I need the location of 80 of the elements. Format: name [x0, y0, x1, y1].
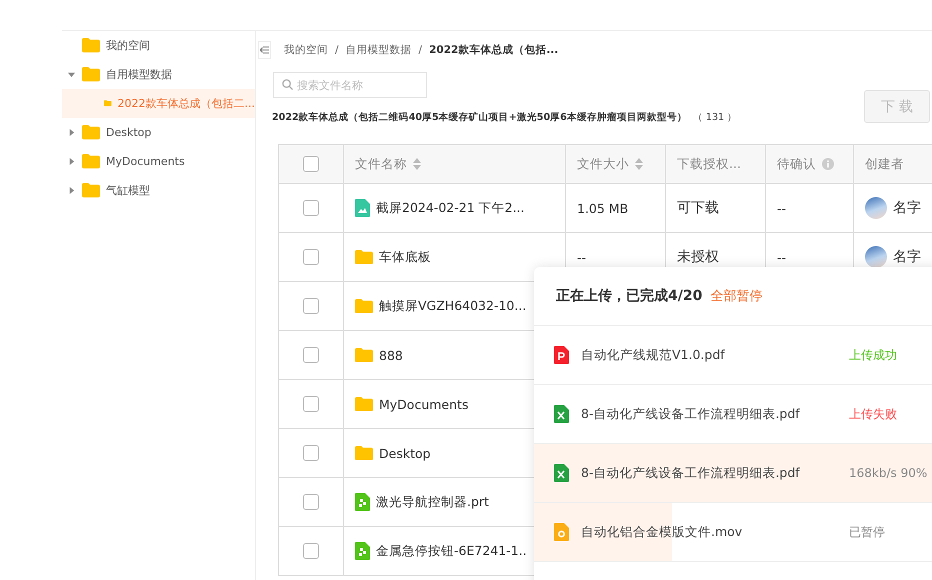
folder-icon	[355, 348, 373, 362]
upload-file-name: 8-自动化产线设备工作流程明细表.pdf	[581, 406, 801, 422]
upload-file-name: 自动化铝合金模版文件.mov	[581, 524, 744, 540]
table-cell: 名字	[893, 199, 921, 217]
caret-right-icon[interactable]	[68, 129, 74, 136]
sort-icon[interactable]	[413, 158, 421, 170]
spreadsheet-file-icon	[554, 405, 569, 423]
upload-status: 上传成功	[849, 346, 897, 364]
collapse-icon	[260, 46, 269, 54]
upload-title: 正在上传，已完成4/20	[556, 287, 702, 305]
row-checkbox[interactable]	[303, 445, 319, 461]
table-cell: 名字	[893, 248, 921, 266]
row-checkbox[interactable]	[303, 298, 319, 314]
breadcrumb-separator: /	[418, 44, 422, 56]
breadcrumb-separator: /	[335, 44, 339, 56]
row-checkbox[interactable]	[303, 249, 319, 265]
column-header: 文件大小	[577, 156, 629, 172]
file-name[interactable]: 截屏2024-02-21 下午2...	[376, 200, 524, 216]
video-file-icon	[554, 523, 569, 541]
upload-file-name: 自动化产线规范V1.0.pdf	[581, 346, 726, 364]
folder-icon	[355, 298, 373, 314]
breadcrumb-item[interactable]: 2022款车体总成（包括...	[429, 42, 558, 56]
row-checkbox[interactable]	[303, 200, 319, 216]
file-name[interactable]: Desktop	[379, 446, 431, 460]
upload-status: 已暂停	[849, 524, 885, 540]
upload-status: 上传失败	[849, 406, 897, 422]
folder-icon	[355, 396, 373, 412]
table-cell: --	[577, 250, 586, 264]
column-header: 待确认	[777, 156, 816, 172]
search-field[interactable]: 搜索文件名称	[273, 72, 427, 98]
folder-icon	[82, 183, 100, 198]
model-file-icon	[355, 493, 370, 511]
collapse-sidebar-button[interactable]	[258, 40, 271, 58]
file-count: （ 131 ）	[692, 111, 738, 124]
folder-icon	[355, 446, 373, 460]
spreadsheet-file-icon	[554, 464, 569, 482]
avatar	[865, 246, 887, 268]
pdf-file-icon	[554, 346, 569, 364]
file-name[interactable]: MyDocuments	[379, 396, 468, 412]
breadcrumb-item[interactable]: 我的空间	[284, 42, 328, 56]
table-cell: 可下载	[677, 199, 719, 217]
file-name[interactable]: 888	[379, 348, 403, 362]
row-checkbox[interactable]	[303, 543, 319, 559]
folder-icon	[82, 154, 100, 169]
row-checkbox[interactable]	[303, 347, 319, 363]
tree-item[interactable]: 我的空间	[62, 31, 255, 60]
file-name[interactable]: 金属急停按钮-6E7241-1..	[376, 542, 527, 560]
model-file-icon	[355, 542, 370, 560]
select-all-checkbox[interactable]	[303, 156, 319, 172]
caret-right-icon[interactable]	[68, 158, 74, 165]
tree-item[interactable]: 气缸模型	[62, 176, 255, 205]
file-name[interactable]: 激光导航控制器.prt	[376, 494, 489, 510]
table-cell: --	[777, 200, 786, 216]
table-cell: --	[777, 250, 786, 264]
search-icon	[282, 79, 293, 90]
row-checkbox[interactable]	[303, 494, 319, 510]
folder-icon	[82, 125, 100, 140]
tree-item[interactable]: 自用模型数据	[62, 60, 255, 89]
file-name[interactable]: 触摸屏VGZH64032-10...	[379, 298, 526, 314]
upload-file-name: 8-自动化产线设备工作流程明细表.pdf	[581, 464, 801, 482]
folder-icon	[82, 67, 100, 82]
image-file-icon	[355, 199, 370, 217]
column-header: 下载授权...	[677, 156, 741, 172]
column-header: 创建者	[865, 156, 904, 172]
upload-status: 168kb/s 90%	[849, 466, 928, 480]
folder-title: 2022款车体总成（包括二维码40厚5本缓存矿山项目+激光50厚6本缓存肿瘤项目两款型号）	[272, 111, 687, 124]
tree-item[interactable]: Desktop	[62, 118, 255, 147]
sort-icon[interactable]	[635, 158, 643, 170]
folder-icon	[355, 250, 373, 264]
table-cell: 未授权	[677, 248, 719, 266]
column-header: 文件名称	[355, 156, 407, 172]
file-name[interactable]: 车体底板	[379, 248, 431, 266]
caret-right-icon[interactable]	[68, 187, 74, 194]
row-checkbox[interactable]	[303, 396, 319, 412]
avatar	[865, 197, 887, 219]
tree-item[interactable]: MyDocuments	[62, 147, 255, 176]
caret-down-icon[interactable]	[68, 71, 74, 78]
breadcrumb-item[interactable]: 自用模型数据	[346, 42, 412, 56]
table-cell: 1.05 MB	[577, 200, 628, 216]
folder-icon	[82, 38, 100, 53]
